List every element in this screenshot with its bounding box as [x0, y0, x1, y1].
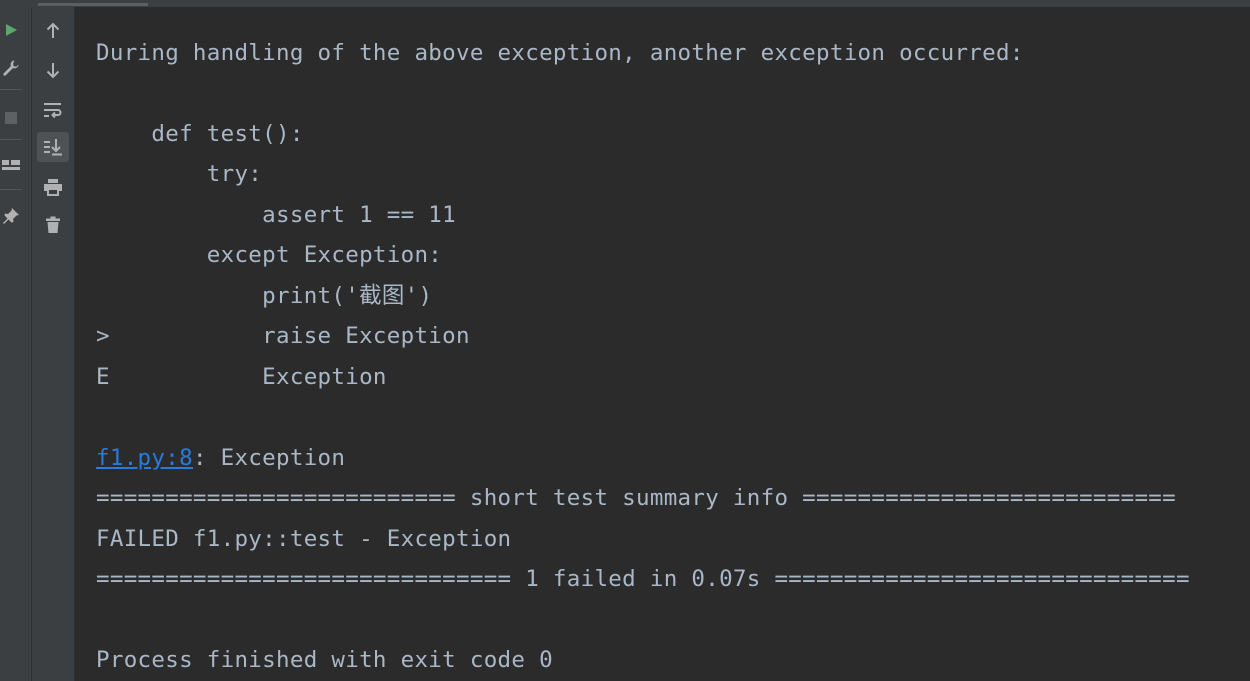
console-line: > raise Exception [96, 323, 470, 349]
console-line: FAILED f1.py::test - Exception [96, 526, 512, 552]
toolbar-separator [0, 189, 22, 190]
soft-wrap-icon[interactable] [37, 95, 69, 125]
console-line: assert 1 == 11 [96, 202, 456, 228]
stop-icon[interactable] [0, 107, 22, 129]
tab-indicator [38, 3, 148, 6]
window-top-strip [0, 0, 1250, 7]
console-line: E Exception [96, 364, 387, 390]
console-line: print('截图') [96, 283, 433, 309]
console-toolbar [32, 7, 75, 681]
arrow-up-icon[interactable] [37, 16, 69, 46]
run-side-toolbar [0, 7, 32, 681]
wrench-icon[interactable] [0, 57, 22, 79]
file-link[interactable]: f1.py:8 [96, 445, 193, 471]
trash-icon[interactable] [37, 210, 69, 240]
console-line: f1.py:8: Exception [96, 438, 345, 478]
link-suffix: : Exception [192, 445, 346, 471]
console-line: except Exception: [96, 242, 443, 268]
scroll-to-end-icon[interactable] [37, 132, 69, 162]
console-line: During handling of the above exception, … [96, 40, 1024, 66]
toolbar-separator [0, 89, 22, 90]
console-line: try: [96, 161, 263, 187]
console-line: ========================== short test su… [96, 485, 1176, 511]
layout-icon[interactable] [0, 155, 22, 177]
arrow-down-icon[interactable] [37, 55, 69, 85]
run-icon[interactable] [0, 19, 22, 41]
console-line: ============================== 1 failed … [96, 566, 1190, 592]
print-icon[interactable] [37, 172, 69, 202]
console-line: def test(): [96, 121, 304, 147]
pin-icon[interactable] [0, 205, 22, 227]
console-output[interactable]: During handling of the above exception, … [75, 7, 1250, 681]
toolbar-separator [0, 139, 22, 140]
console-line: Process finished with exit code 0 [96, 647, 553, 673]
